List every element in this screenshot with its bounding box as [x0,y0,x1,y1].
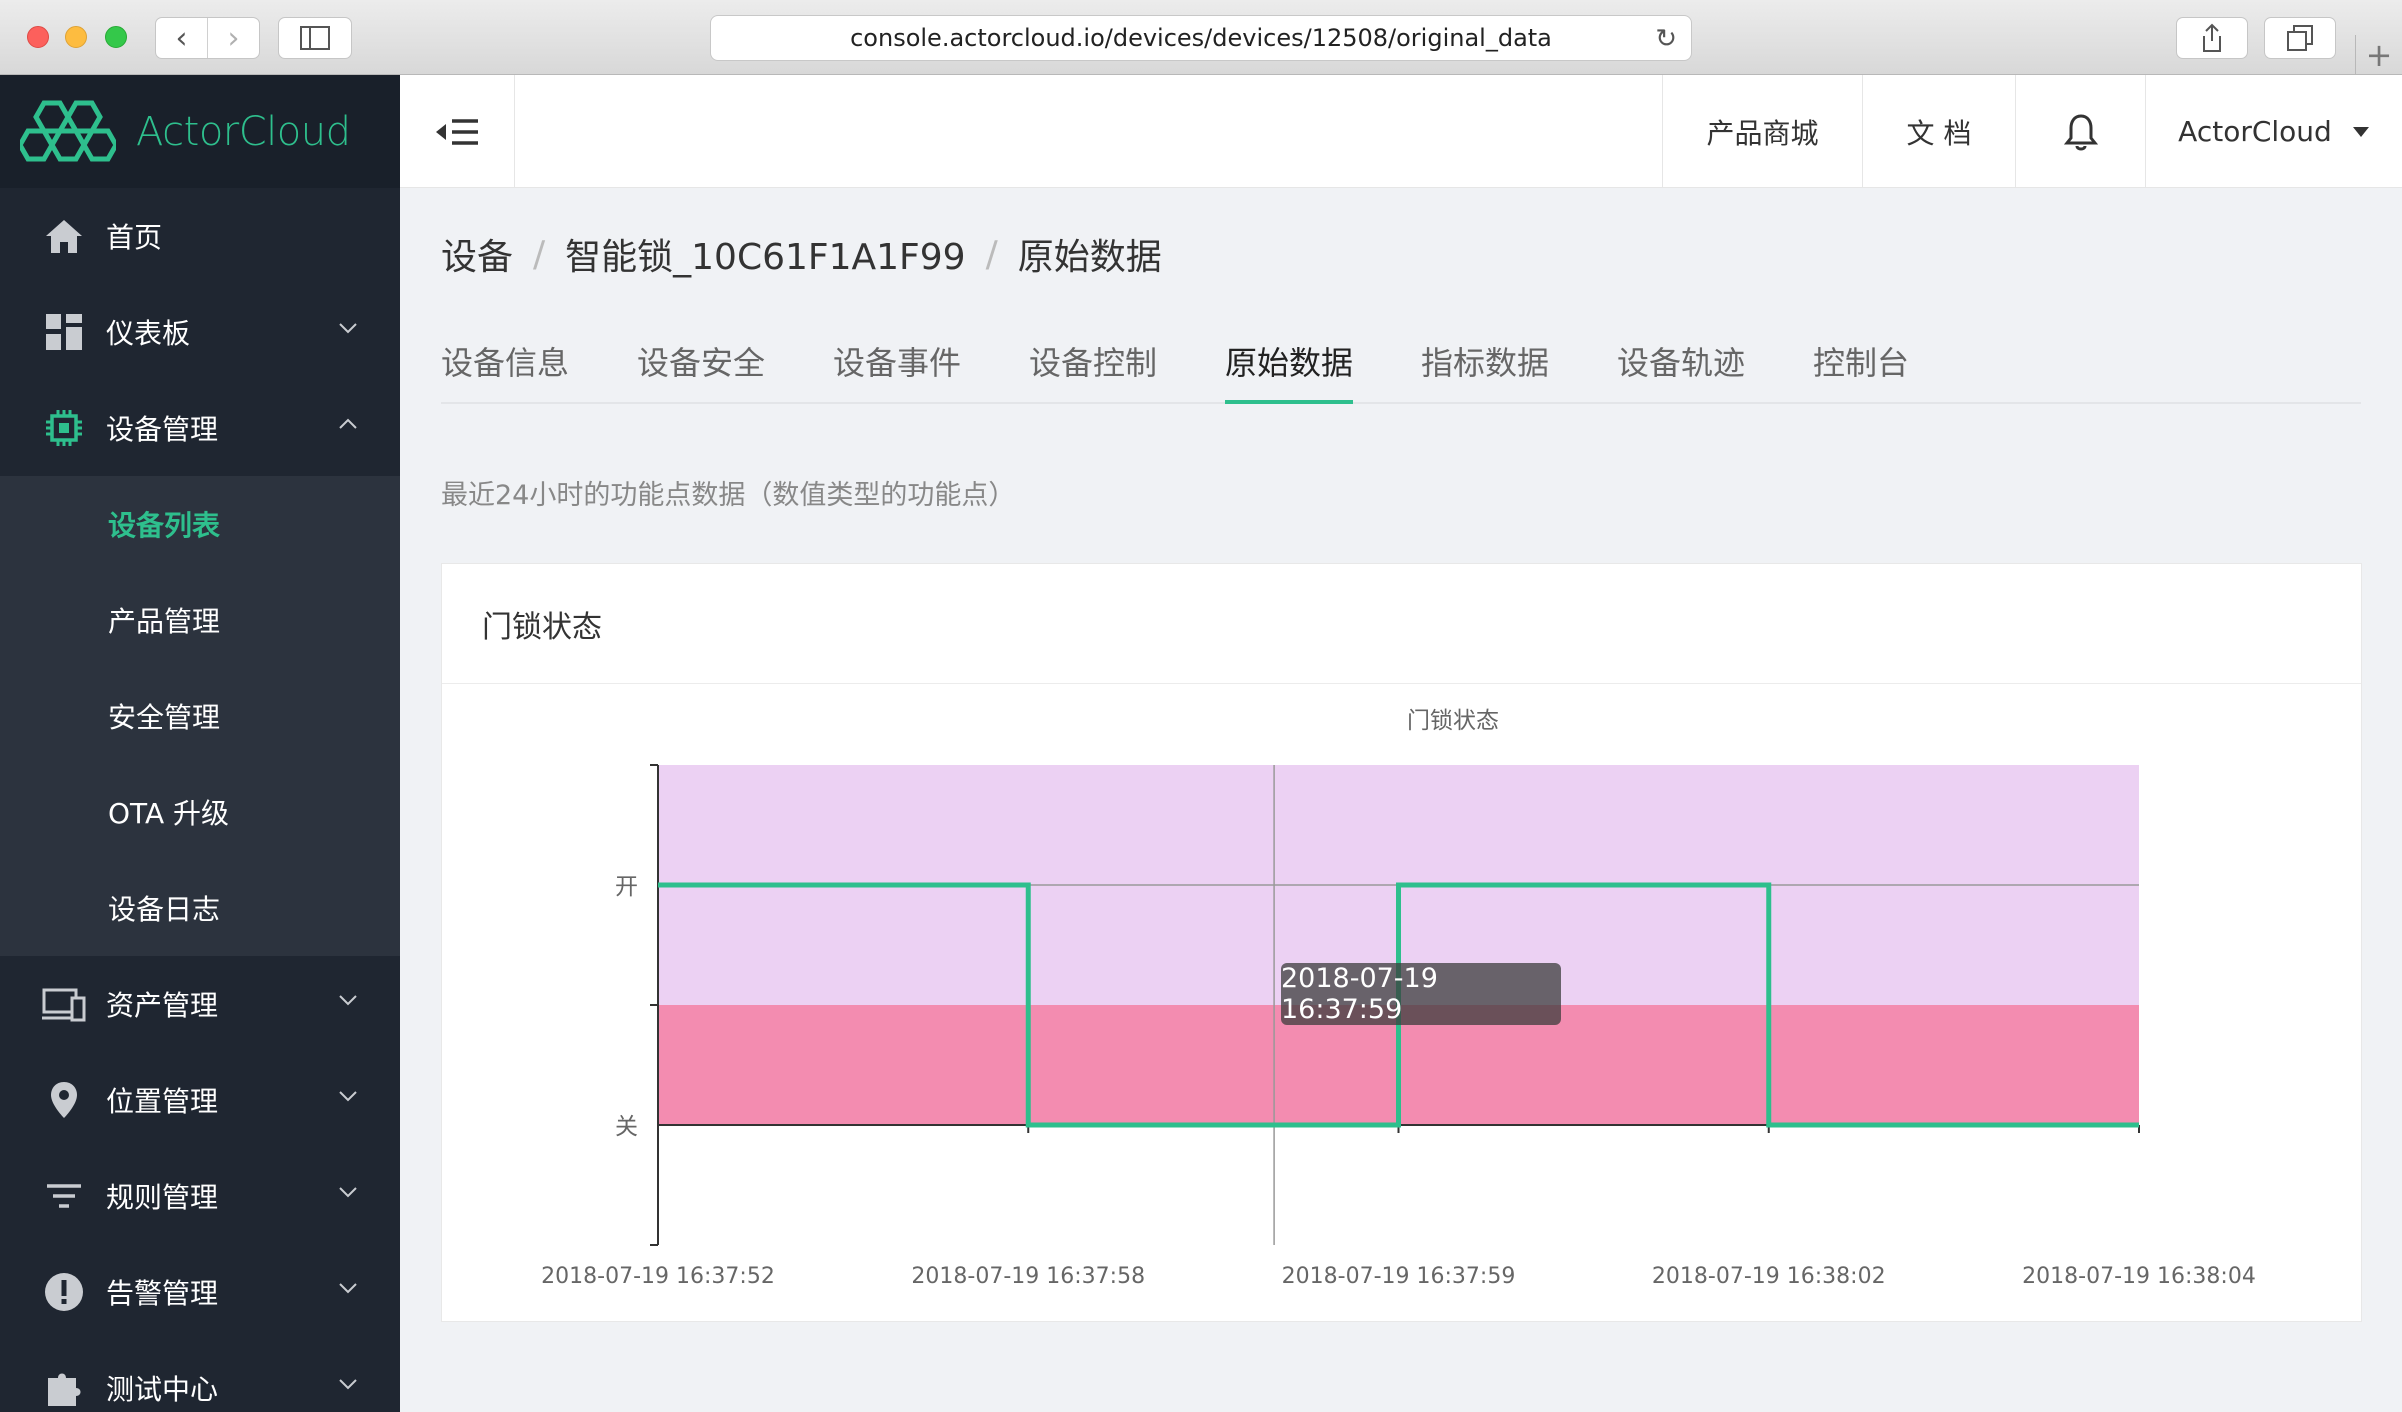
filter-icon [42,1174,86,1218]
logo[interactable]: ActorCloud [0,75,400,188]
sidebar-item-label: 资产管理 [106,989,219,1022]
new-tab-button[interactable]: + [2355,35,2402,75]
sidebar-item-home[interactable]: 首页 [0,188,400,284]
sidebar-item-location-management[interactable]: 位置管理 [0,1052,400,1148]
user-name: ActorCloud [2178,115,2332,148]
puzzle-icon [42,1366,86,1410]
sidebar-item-rule-management[interactable]: 规则管理 [0,1148,400,1244]
sidebar-item-dashboard[interactable]: 仪表板 [0,284,400,380]
address-bar[interactable]: console.actorcloud.io/devices/devices/12… [710,15,1692,61]
browser-chrome: ‹ › console.actorcloud.io/devices/device… [0,0,2402,75]
back-button[interactable]: ‹ [156,18,208,58]
y-tick-label: 关 [615,1114,638,1140]
chevron-down-icon [339,1283,357,1294]
x-tick-label: 2018-07-19 16:37:58 [911,1264,1145,1289]
sidebar-item-label: 规则管理 [106,1181,219,1214]
logo-text: ActorCloud [136,108,351,155]
tab-device-events[interactable]: 设备事件 [833,338,961,404]
breadcrumb-current: 原始数据 [1017,237,1162,278]
x-tick-label: 2018-07-19 16:38:04 [2022,1264,2256,1289]
device-submenu: 设备列表 产品管理 安全管理 OTA 升级 设备日志 [0,476,400,956]
sidebar-item-label: 位置管理 [106,1085,219,1118]
tab-device-control[interactable]: 设备控制 [1029,338,1157,404]
sidebar-item-label: 告警管理 [106,1277,219,1310]
chevron-down-icon [339,1379,357,1390]
maximize-window-button[interactable] [105,26,127,48]
dashboard-icon [42,310,86,354]
share-button[interactable] [2176,17,2248,59]
sidebar-subitem-security-management[interactable]: 安全管理 [0,668,400,764]
breadcrumb: 设备 / 智能锁_10C61F1A1F99 / 原始数据 [441,228,1162,280]
product-store-link[interactable]: 产品商城 [1662,75,1862,188]
breadcrumb-separator: / [533,233,546,275]
breadcrumb-device-name[interactable]: 智能锁_10C61F1A1F99 [565,228,965,280]
bell-icon [2063,113,2098,150]
reload-icon[interactable]: ↻ [1655,24,1677,54]
sidebar: ActorCloud 首页 仪表板 设备管理 设备列表 产品管理 安全管理 OT… [0,75,400,1412]
tab-metric-data[interactable]: 指标数据 [1421,338,1549,404]
docs-link[interactable]: 文 档 [1862,75,2015,188]
chevron-up-icon [339,418,357,429]
sidebar-item-alert-management[interactable]: 告警管理 [0,1244,400,1340]
sidebar-toggle-button[interactable] [278,17,352,59]
x-tick-label: 2018-07-19 16:38:02 [1652,1264,1886,1289]
tab-console[interactable]: 控制台 [1813,338,1909,404]
alert-icon [42,1270,86,1314]
sidebar-subitem-device-list[interactable]: 设备列表 [0,476,400,572]
tabs-icon [2287,25,2313,51]
x-tick-label: 2018-07-19 16:37:52 [541,1264,775,1289]
chevron-down-icon [339,1091,357,1102]
home-icon [42,214,86,258]
sidebar-subitem-product-management[interactable]: 产品管理 [0,572,400,668]
url-text: console.actorcloud.io/devices/devices/12… [850,24,1552,52]
chevron-down-icon [339,323,357,334]
tab-raw-data[interactable]: 原始数据 [1225,338,1354,404]
sidebar-subitem-ota-upgrade[interactable]: OTA 升级 [0,764,400,860]
section-description: 最近24小时的功能点数据（数值类型的功能点） [441,480,1016,511]
top-header: 产品商城 文 档 ActorCloud [400,75,2402,188]
card-title: 门锁状态 [442,564,2361,684]
menu-collapse-icon [436,118,478,145]
y-tick-label: 开 [615,874,638,900]
actorcloud-logo-icon [20,100,116,161]
collapse-sidebar-button[interactable] [400,75,515,188]
device-tabs: 设备信息 设备安全 设备事件 设备控制 原始数据 指标数据 设备轨迹 控制台 [441,338,2361,404]
sidebar-icon [300,26,330,50]
breadcrumb-separator: / [985,233,998,275]
user-menu[interactable]: ActorCloud [2145,75,2402,188]
tab-device-trajectory[interactable]: 设备轨迹 [1617,338,1745,404]
chevron-down-icon [339,995,357,1006]
sidebar-item-label: 首页 [106,221,163,254]
main-content: 设备 / 智能锁_10C61F1A1F99 / 原始数据 设备信息 设备安全 设… [400,188,2402,1412]
sidebar-item-label: 设备管理 [106,413,219,446]
devices-icon [42,982,86,1026]
close-window-button[interactable] [27,26,49,48]
sidebar-item-label: 仪表板 [106,317,191,350]
minimize-window-button[interactable] [65,26,87,48]
tab-device-security[interactable]: 设备安全 [637,338,765,404]
chevron-down-icon [339,1187,357,1198]
notifications-button[interactable] [2015,75,2145,188]
chart-title: 门锁状态 [1407,708,1499,734]
chart-card: 门锁状态 门锁状态关 开 2018-07-19 16:37:52 2018-07-19… [441,563,2362,1322]
sidebar-item-test-center[interactable]: 测试中心 [0,1340,400,1412]
chart-tooltip: 2018-07-19 16:37:59 [1281,963,1561,1025]
tabs-overview-button[interactable] [2264,17,2336,59]
sidebar-item-device-management[interactable]: 设备管理 [0,380,400,476]
sidebar-item-asset-management[interactable]: 资产管理 [0,956,400,1052]
sidebar-subitem-device-logs[interactable]: 设备日志 [0,860,400,956]
x-tick-label: 2018-07-19 16:37:59 [1282,1264,1516,1289]
chip-icon [42,406,86,450]
sidebar-item-label: 测试中心 [106,1373,219,1406]
tab-device-info[interactable]: 设备信息 [441,338,569,404]
location-pin-icon [42,1078,86,1122]
history-nav: ‹ › [155,17,260,59]
breadcrumb-devices[interactable]: 设备 [441,228,513,280]
caret-down-icon [2352,126,2369,137]
share-icon [2203,23,2221,52]
forward-button[interactable]: › [208,18,259,58]
